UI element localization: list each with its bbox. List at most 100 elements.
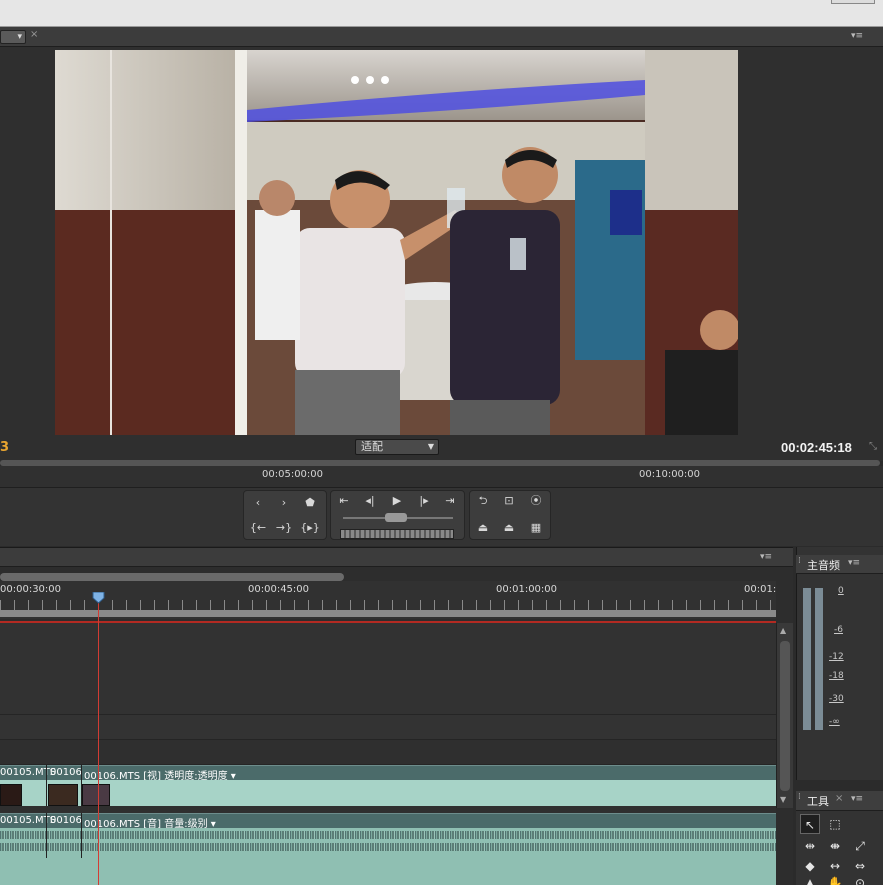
play-in-to-out-icon[interactable]: {▸} — [299, 518, 321, 538]
clip-label: 00105.MTS — [0, 767, 57, 778]
extract-icon[interactable]: ⏏ — [498, 518, 520, 538]
track-select-tool-icon[interactable]: ⬚ — [825, 814, 845, 834]
zoom-tool-icon[interactable]: ⊙ — [850, 873, 870, 885]
ruler-label: 00:01:00:00 — [496, 584, 558, 595]
rolling-edit-tool-icon[interactable]: ⇼ — [825, 836, 845, 856]
work-area-bar[interactable] — [0, 610, 776, 617]
close-icon[interactable]: × — [835, 793, 843, 804]
pen-tool-icon[interactable]: ▲ — [800, 873, 820, 885]
window-control-button[interactable] — [831, 0, 875, 4]
monitor-dropdown-button[interactable]: ▾ — [0, 30, 26, 44]
program-monitor-tabbar: ▾ × ▾≡ — [0, 27, 883, 47]
timeline-vertical-scrollbar[interactable]: ▲ ▼ — [776, 623, 793, 808]
rate-stretch-tool-icon[interactable]: ⤢ — [850, 836, 870, 856]
video-clip-body[interactable] — [0, 780, 776, 806]
playhead-icon[interactable] — [92, 592, 105, 604]
clip-edge — [81, 765, 82, 806]
meter-scale-label: -18 — [829, 671, 844, 681]
safe-margins-icon[interactable]: ⊡ — [498, 491, 520, 511]
shuttle-control[interactable] — [340, 529, 454, 539]
timeline-header: ▾≡ — [0, 547, 793, 567]
hand-tool-icon[interactable]: ✋ — [825, 873, 845, 885]
clip-edge — [46, 813, 47, 858]
lift-icon[interactable]: ⏏ — [472, 518, 494, 538]
track-gap — [0, 806, 776, 813]
ruler-label: 00:05:00:00 — [262, 469, 324, 480]
fit-select[interactable]: 适配 ▼ — [355, 439, 439, 455]
panel-menu-icon[interactable]: ▾≡ — [848, 558, 860, 568]
loop-icon[interactable]: ⮌ — [472, 491, 494, 511]
edit-button-group: ⮌ ⊡ ⦿ ⏏ ⏏ ▦ — [469, 490, 551, 540]
step-to-previous-edit-icon[interactable]: ⇤ — [333, 491, 355, 511]
clip-edge — [46, 765, 47, 806]
meter-scale-label: -6 — [834, 625, 843, 635]
drag-grip-icon: ⁞ — [798, 556, 801, 566]
step-forward-icon[interactable]: |▸ — [413, 491, 435, 511]
master-audio-tab[interactable]: ⁞ 主音频 ▾≡ — [796, 555, 883, 574]
ruler-label: 00:01: — [744, 584, 777, 595]
selection-tool-icon[interactable]: ↖ — [800, 814, 820, 834]
tools-tab[interactable]: ⁞ 工具 × ▾≡ — [796, 791, 883, 811]
clip-thumbnail — [82, 784, 110, 806]
clip-edge — [81, 813, 82, 858]
panel-menu-icon[interactable]: ▾≡ — [760, 552, 772, 562]
output-icon[interactable]: ⦿ — [525, 491, 547, 511]
monitor-time-ruler[interactable]: 00:05:00:00 00:10:00:00 — [0, 466, 883, 488]
audio-clip-header[interactable]: 00105.MTS 00106 00106.MTS [音] 音量:级别 ▾ — [0, 813, 776, 830]
clip-thumbnail — [48, 784, 78, 806]
tools-tab-label: 工具 — [807, 795, 829, 808]
meter-left-channel — [803, 588, 811, 730]
tools-panel: ↖ ⬚ ⇹ ⇼ ⤢ ◆ ↔ ⇔ ▲ ✋ ⊙ — [796, 811, 883, 885]
video-preview[interactable] — [55, 50, 738, 435]
go-to-out-icon[interactable]: →} — [273, 518, 295, 538]
go-to-in-icon[interactable]: {← — [247, 518, 269, 538]
meter-scale-label: -30 — [829, 694, 844, 704]
panel-menu-icon[interactable]: ▾≡ — [851, 794, 863, 804]
scrollbar-thumb[interactable] — [780, 641, 790, 791]
master-audio-tab-label: 主音频 — [807, 559, 840, 572]
playhead-line[interactable] — [98, 598, 99, 885]
step-back-icon[interactable]: ◂| — [359, 491, 381, 511]
meter-right-channel — [815, 588, 823, 730]
marker-icon[interactable]: ⬟ — [299, 493, 321, 513]
trim-monitor-icon[interactable]: ▦ — [525, 518, 547, 538]
jog-knob[interactable] — [385, 513, 407, 522]
fit-select-label: 适配 — [361, 440, 383, 453]
current-timecode: 00:02:45:18 — [781, 440, 852, 455]
audio-track-lower[interactable] — [0, 858, 776, 885]
chevron-down-icon: ▼ — [427, 442, 434, 451]
video-track-empty[interactable] — [0, 715, 776, 740]
set-in-point-icon[interactable]: ‹ — [247, 493, 269, 513]
video-clip-header[interactable]: 00105.MTS 00106 00106.MTS [视] 透明度:透明度 ▾ — [0, 765, 776, 782]
video-track-empty[interactable] — [0, 740, 776, 765]
panel-menu-icon[interactable]: ▾≡ — [851, 31, 863, 41]
audio-waveform — [0, 843, 776, 851]
marker-button-group: ‹ › ⬟ {← →} {▸} — [243, 490, 327, 540]
drag-grip-icon: ⁞ — [798, 792, 801, 802]
title-strip — [0, 0, 883, 27]
clip-label: 00106 — [50, 815, 82, 826]
step-to-next-edit-icon[interactable]: ⇥ — [439, 491, 461, 511]
jog-slider[interactable] — [343, 513, 453, 523]
play-icon[interactable]: ▶ — [386, 491, 408, 511]
meter-scale-label: 0 — [838, 586, 844, 596]
clip-thumbnail — [0, 784, 22, 806]
ruler-label: 00:10:00:00 — [639, 469, 701, 480]
timeline-zoom-scrollbar[interactable] — [0, 573, 344, 581]
video-track-empty[interactable] — [0, 623, 776, 715]
scroll-down-icon[interactable]: ▼ — [780, 795, 786, 804]
ripple-edit-tool-icon[interactable]: ⇹ — [800, 836, 820, 856]
audio-clip-body[interactable] — [0, 828, 776, 858]
resize-icon[interactable]: ⤡ — [869, 441, 877, 452]
clip-label: 00105.MTS — [0, 815, 57, 826]
ruler-ticks — [0, 600, 776, 610]
scroll-up-icon[interactable]: ▲ — [780, 626, 786, 635]
video-frame-image — [55, 50, 738, 435]
in-timecode: 3 — [0, 440, 10, 455]
set-out-point-icon[interactable]: › — [273, 493, 295, 513]
ruler-label: 00:00:30:00 — [0, 584, 62, 595]
ruler-label: 00:00:45:00 — [248, 584, 310, 595]
close-icon[interactable]: × — [30, 29, 38, 40]
audio-waveform — [0, 831, 776, 839]
clip-label: 00106 — [50, 767, 82, 778]
